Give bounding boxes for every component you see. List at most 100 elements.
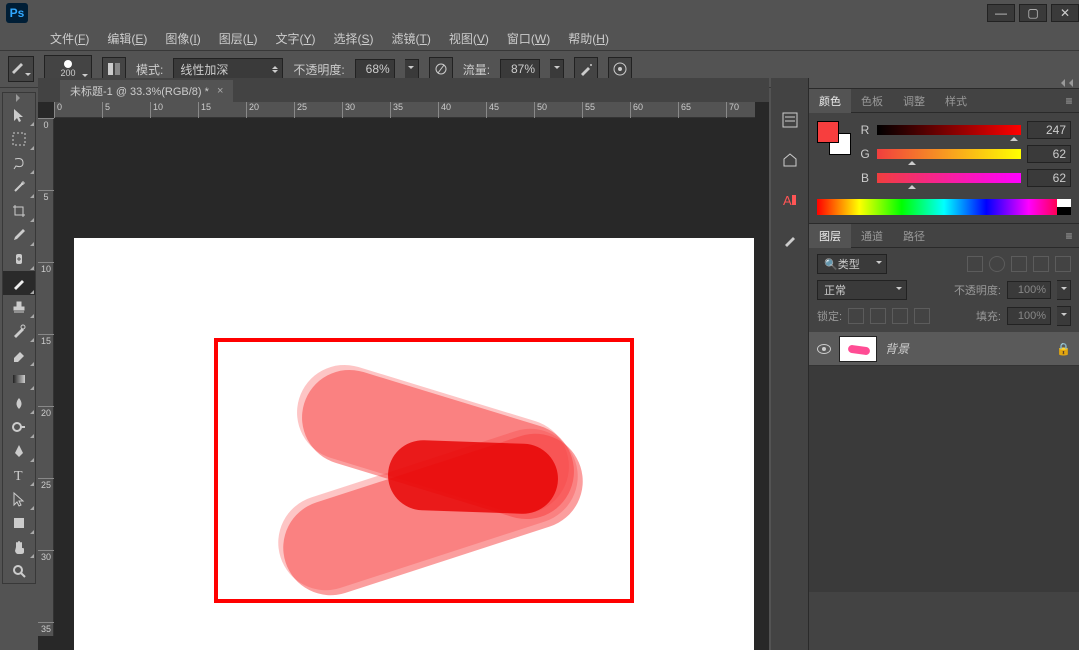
properties-panel-icon[interactable] [778, 148, 802, 172]
layer-thumbnail[interactable] [839, 336, 877, 362]
fill-dropdown[interactable] [1057, 306, 1071, 326]
tools-collapse[interactable] [3, 93, 35, 103]
document-tab-close[interactable]: × [217, 85, 223, 97]
flow-dropdown[interactable] [550, 59, 564, 79]
tab-paths[interactable]: 路径 [893, 224, 935, 248]
b-value[interactable]: 62 [1027, 169, 1071, 187]
menu-filter[interactable]: 滤镜(T) [384, 27, 439, 50]
eraser-tool[interactable] [3, 343, 35, 367]
brush-stroke [387, 439, 559, 515]
ruler-vertical[interactable]: 05101520253035 [38, 118, 54, 636]
hand-tool[interactable] [3, 535, 35, 559]
lasso-tool[interactable] [3, 151, 35, 175]
tab-color[interactable]: 颜色 [809, 89, 851, 113]
lock-all-icon[interactable] [914, 308, 930, 324]
menu-select[interactable]: 选择(S) [325, 27, 381, 50]
ruler-tick: 70 [726, 102, 739, 118]
layer-opacity-input[interactable]: 100% [1007, 281, 1051, 299]
eyedropper-tool[interactable] [3, 223, 35, 247]
layer-opacity-dropdown[interactable] [1057, 280, 1071, 300]
lock-position-icon[interactable] [892, 308, 908, 324]
tab-styles[interactable]: 样式 [935, 89, 977, 113]
blur-tool[interactable] [3, 391, 35, 415]
ruler-tick: 25 [294, 102, 307, 118]
filter-pixel-icon[interactable] [967, 256, 983, 272]
opacity-label: 不透明度: [293, 61, 344, 78]
panels-collapse[interactable] [809, 78, 1079, 88]
tab-adjustments[interactable]: 调整 [893, 89, 935, 113]
ruler-tick: 65 [678, 102, 691, 118]
maximize-button[interactable]: ▢ [1019, 4, 1047, 22]
panel-menu-icon[interactable]: ≡ [1059, 229, 1079, 243]
healing-tool[interactable] [3, 247, 35, 271]
layer-row[interactable]: 背景 🔒 [809, 332, 1079, 366]
shape-tool[interactable] [3, 511, 35, 535]
panel-menu-icon[interactable]: ≡ [1059, 94, 1079, 108]
type-tool[interactable]: T [3, 463, 35, 487]
dodge-tool[interactable] [3, 415, 35, 439]
brush-tool[interactable] [3, 271, 35, 295]
ruler-horizontal[interactable]: 0510152025303540455055606570 [54, 102, 755, 118]
zoom-tool[interactable] [3, 559, 35, 583]
close-window-button[interactable]: ✕ [1051, 4, 1079, 22]
lock-transparent-icon[interactable] [848, 308, 864, 324]
filter-type-icon[interactable] [1011, 256, 1027, 272]
r-slider[interactable] [877, 125, 1021, 135]
lock-label: 锁定: [817, 308, 842, 324]
g-slider[interactable] [877, 149, 1021, 159]
pen-tool[interactable] [3, 439, 35, 463]
tab-swatches[interactable]: 色板 [851, 89, 893, 113]
history-brush-tool[interactable] [3, 319, 35, 343]
opacity-input[interactable]: 68% [355, 59, 395, 79]
tool-preset-picker[interactable] [8, 56, 34, 82]
color-spectrum[interactable] [817, 199, 1071, 215]
menu-view[interactable]: 视图(V) [441, 27, 497, 50]
move-tool[interactable] [3, 103, 35, 127]
marquee-tool[interactable] [3, 127, 35, 151]
gradient-tool[interactable] [3, 367, 35, 391]
filter-adjust-icon[interactable] [989, 256, 1005, 272]
menu-edit[interactable]: 编辑(E) [99, 27, 155, 50]
menu-file[interactable]: 文件(F) [42, 27, 97, 50]
g-value[interactable]: 62 [1027, 145, 1071, 163]
layer-name[interactable]: 背景 [885, 340, 909, 357]
flow-input[interactable]: 87% [500, 59, 540, 79]
minimize-button[interactable]: — [987, 4, 1015, 22]
ruler-tick: 20 [38, 406, 54, 418]
magic-wand-tool[interactable] [3, 175, 35, 199]
brush-panel-icon[interactable] [778, 228, 802, 252]
right-panels: A 颜色 色板 调整 样式 ≡ R [771, 78, 1079, 650]
brush-dot-icon [64, 60, 72, 68]
foreground-color-swatch[interactable] [817, 121, 839, 143]
menu-image[interactable]: 图像(I) [157, 27, 208, 50]
path-select-tool[interactable] [3, 487, 35, 511]
stamp-tool[interactable] [3, 295, 35, 319]
menu-layer[interactable]: 图层(L) [211, 27, 266, 50]
blend-mode-select[interactable]: 线性加深 [173, 58, 283, 80]
filter-shape-icon[interactable] [1033, 256, 1049, 272]
foreground-background-swatch[interactable] [817, 121, 851, 155]
blend-mode-layer-select[interactable]: 正常 [817, 280, 907, 300]
canvas-viewport[interactable] [54, 118, 769, 650]
lock-pixels-icon[interactable] [870, 308, 886, 324]
layer-filter-select[interactable]: 🔍 类型 [817, 254, 887, 274]
ruler-tick: 10 [150, 102, 163, 118]
canvas[interactable] [74, 238, 754, 650]
crop-tool[interactable] [3, 199, 35, 223]
menu-window[interactable]: 窗口(W) [499, 27, 558, 50]
menu-type[interactable]: 文字(Y) [267, 27, 323, 50]
tab-layers[interactable]: 图层 [809, 224, 851, 248]
visibility-toggle-icon[interactable] [817, 344, 831, 354]
b-slider[interactable] [877, 173, 1021, 183]
fill-input[interactable]: 100% [1007, 307, 1051, 325]
document-tab[interactable]: 未标题-1 @ 33.3%(RGB/8) * × [60, 80, 233, 102]
r-label: R [859, 123, 871, 137]
history-panel-icon[interactable] [778, 108, 802, 132]
character-panel-icon[interactable]: A [778, 188, 802, 212]
tab-channels[interactable]: 通道 [851, 224, 893, 248]
opacity-dropdown[interactable] [405, 59, 419, 79]
r-value[interactable]: 247 [1027, 121, 1071, 139]
menu-help[interactable]: 帮助(H) [560, 27, 617, 50]
document-area: 未标题-1 @ 33.3%(RGB/8) * × 051015202530354… [38, 78, 769, 650]
filter-smart-icon[interactable] [1055, 256, 1071, 272]
